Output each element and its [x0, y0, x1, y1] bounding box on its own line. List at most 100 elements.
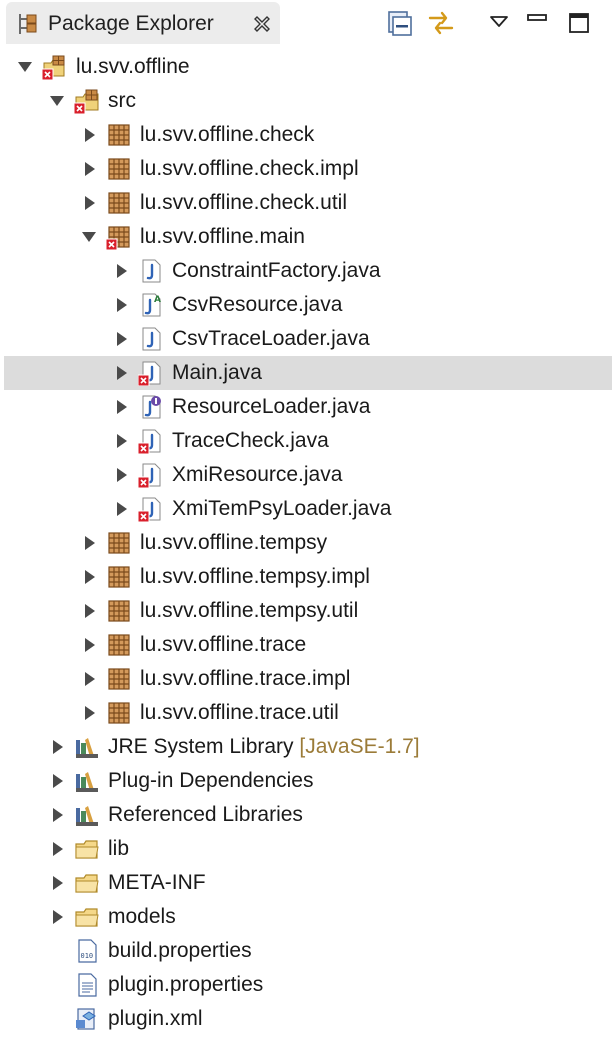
tree-item-label: Referenced Libraries — [108, 803, 303, 826]
expanded-triangle-icon[interactable] — [18, 58, 32, 76]
tree-item-lu-svv-offline-check[interactable]: lu.svv.offline.check — [4, 118, 612, 152]
collapsed-triangle-icon[interactable] — [50, 738, 64, 756]
package-icon — [108, 566, 130, 588]
tree-item-label: ResourceLoader.java — [172, 395, 371, 418]
collapsed-triangle-icon[interactable] — [50, 840, 64, 858]
tree-item-main-java[interactable]: Main.java — [4, 356, 612, 390]
collapse-all-icon[interactable] — [384, 8, 414, 38]
tree-item-lu-svv-offline-trace-util[interactable]: lu.svv.offline.trace.util — [4, 696, 612, 730]
collapsed-triangle-icon[interactable] — [82, 636, 96, 654]
java-file-icon — [138, 463, 161, 488]
collapsed-triangle-icon[interactable] — [114, 296, 128, 314]
properties-file-icon: 010 — [78, 939, 97, 963]
tree-item-lu-svv-offline-tempsy-impl[interactable]: lu.svv.offline.tempsy.impl — [4, 560, 612, 594]
expanded-triangle-icon[interactable] — [50, 92, 64, 110]
collapsed-triangle-icon[interactable] — [114, 330, 128, 348]
tree-item-label: lu.svv.offline.tempsy.util — [140, 599, 359, 622]
package-icon — [108, 124, 130, 146]
tree-item-lu-svv-offline-main[interactable]: lu.svv.offline.main — [4, 220, 612, 254]
tree-item-lu-svv-offline-check-impl[interactable]: lu.svv.offline.check.impl — [4, 152, 612, 186]
collapsed-triangle-icon[interactable] — [82, 194, 96, 212]
tree-item-label: XmiResource.java — [172, 463, 343, 486]
close-icon[interactable] — [252, 14, 272, 34]
tree-item-plugin-properties[interactable]: plugin.properties — [4, 968, 612, 1002]
tree-item-constraintfactory-java[interactable]: ConstraintFactory.java — [4, 254, 612, 288]
package-icon — [108, 192, 130, 214]
text-file-icon — [78, 973, 97, 997]
collapsed-triangle-icon[interactable] — [50, 772, 64, 790]
tree-item-label: lu.svv.offline.check.impl — [140, 157, 359, 180]
collapsed-triangle-icon[interactable] — [82, 602, 96, 620]
tree-item-label: Main.java — [172, 361, 262, 384]
tree-item-label: lu.svv.offline — [76, 55, 190, 78]
tree-item-decoration: [JavaSE-1.7] — [293, 735, 420, 758]
package-icon — [108, 600, 130, 622]
tree-item-label: lu.svv.offline.trace — [140, 633, 307, 656]
source-folder-icon — [74, 89, 99, 114]
tree-item-lu-svv-offline[interactable]: lu.svv.offline — [4, 50, 612, 84]
folder-icon — [75, 908, 99, 927]
tree-item-xmiresource-java[interactable]: XmiResource.java — [4, 458, 612, 492]
link-with-editor-icon[interactable] — [426, 8, 456, 38]
minimize-icon[interactable] — [522, 8, 552, 38]
tree-item-label: lu.svv.offline.check — [140, 123, 315, 146]
collapsed-triangle-icon[interactable] — [82, 704, 96, 722]
java-file-icon — [138, 361, 161, 386]
package-icon — [108, 532, 130, 554]
collapsed-triangle-icon[interactable] — [82, 126, 96, 144]
collapsed-triangle-icon[interactable] — [114, 262, 128, 280]
tree-item-referenced-libraries[interactable]: Referenced Libraries — [4, 798, 612, 832]
tree-item-lu-svv-offline-check-util[interactable]: lu.svv.offline.check.util — [4, 186, 612, 220]
library-icon — [76, 806, 98, 826]
tree-item-label: Plug-in Dependencies — [108, 769, 314, 792]
project-icon — [42, 55, 65, 80]
collapsed-triangle-icon[interactable] — [114, 398, 128, 416]
tree-item-build-properties[interactable]: 010 build.properties — [4, 934, 612, 968]
expanded-triangle-icon[interactable] — [82, 228, 96, 246]
tree-item-tracecheck-java[interactable]: TraceCheck.java — [4, 424, 612, 458]
tree-item-xmitempsyloader-java[interactable]: XmiTemPsyLoader.java — [4, 492, 612, 526]
view-title: Package Explorer — [48, 12, 214, 35]
collapsed-triangle-icon[interactable] — [50, 874, 64, 892]
collapsed-triangle-icon[interactable] — [114, 364, 128, 382]
tree-item-lib[interactable]: lib — [4, 832, 612, 866]
collapsed-triangle-icon[interactable] — [82, 534, 96, 552]
tree-item-meta-inf[interactable]: META-INF — [4, 866, 612, 900]
tree-item-csvresource-java[interactable]: A CsvResource.java — [4, 288, 612, 322]
tree-item-lu-svv-offline-trace-impl[interactable]: lu.svv.offline.trace.impl — [4, 662, 612, 696]
collapsed-triangle-icon[interactable] — [82, 568, 96, 586]
package-icon — [108, 634, 130, 656]
view-header: Package Explorer — [0, 0, 616, 44]
folder-icon — [75, 874, 99, 893]
svg-text:010: 010 — [81, 952, 94, 960]
tree-item-lu-svv-offline-trace[interactable]: lu.svv.offline.trace — [4, 628, 612, 662]
package-icon — [106, 226, 130, 250]
svg-text:A: A — [154, 295, 161, 305]
collapsed-triangle-icon[interactable] — [114, 466, 128, 484]
package-explorer-icon — [19, 14, 37, 34]
collapsed-triangle-icon[interactable] — [82, 160, 96, 178]
collapsed-triangle-icon[interactable] — [82, 670, 96, 688]
collapsed-triangle-icon[interactable] — [50, 806, 64, 824]
tree-item-src[interactable]: src — [4, 84, 612, 118]
tree-item-lu-svv-offline-tempsy-util[interactable]: lu.svv.offline.tempsy.util — [4, 594, 612, 628]
tree-item-label: META-INF — [108, 871, 206, 894]
tree-item-label: CsvTraceLoader.java — [172, 327, 370, 350]
tree-item-label: src — [108, 89, 136, 112]
tree-item-lu-svv-offline-tempsy[interactable]: lu.svv.offline.tempsy — [4, 526, 612, 560]
tree-item-plugin-xml[interactable]: plugin.xml — [4, 1002, 612, 1036]
tree-item-jre-system-library[interactable]: JRE System Library [JavaSE-1.7] — [4, 730, 612, 764]
collapsed-triangle-icon[interactable] — [50, 908, 64, 926]
collapsed-triangle-icon[interactable] — [114, 432, 128, 450]
tab-package-explorer[interactable]: Package Explorer — [6, 2, 280, 44]
tree-item-label: JRE System Library [JavaSE-1.7] — [108, 735, 420, 758]
tree-item-plug-in-dependencies[interactable]: Plug-in Dependencies — [4, 764, 612, 798]
tree-item-csvtraceloader-java[interactable]: CsvTraceLoader.java — [4, 322, 612, 356]
maximize-icon[interactable] — [564, 8, 594, 38]
java-file-icon — [138, 429, 161, 454]
tree-item-models[interactable]: models — [4, 900, 612, 934]
collapsed-triangle-icon[interactable] — [114, 500, 128, 518]
tree-item-resourceloader-java[interactable]: ResourceLoader.java — [4, 390, 612, 424]
view-menu-icon[interactable] — [484, 8, 514, 38]
tree-item-label: plugin.properties — [108, 973, 264, 996]
